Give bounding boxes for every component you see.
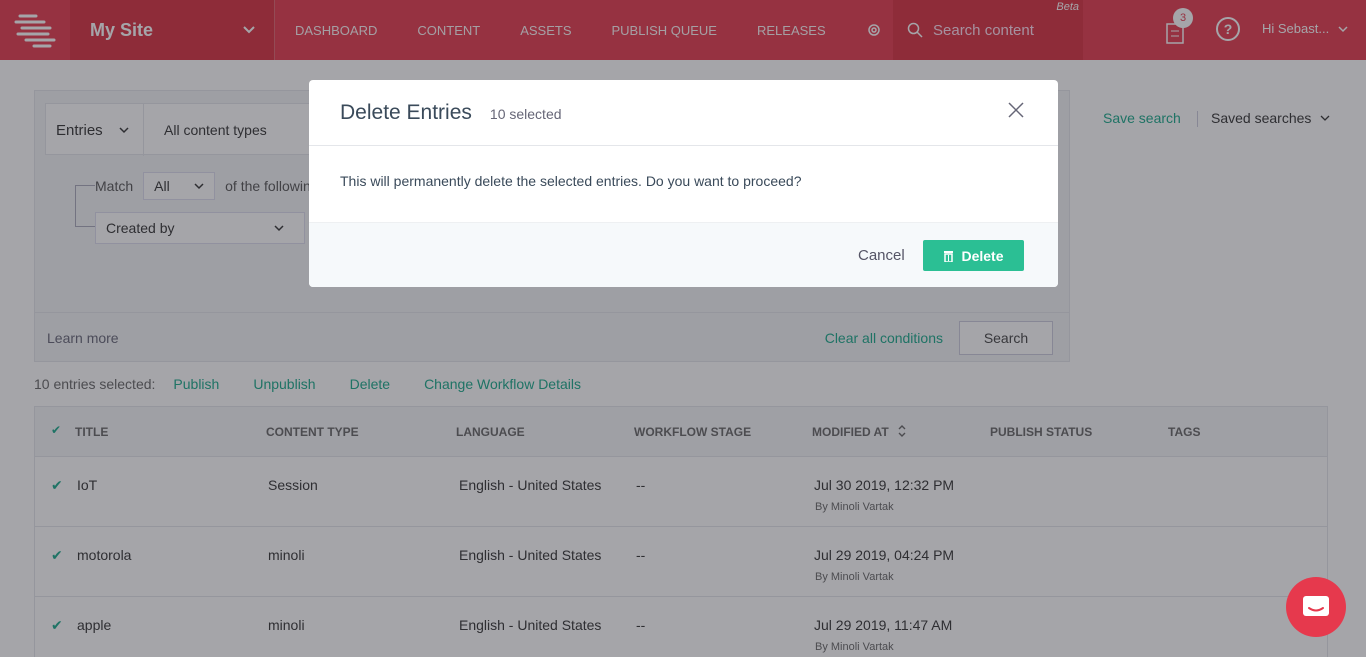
modal-title: Delete Entries bbox=[340, 100, 472, 124]
cancel-button[interactable]: Cancel bbox=[858, 247, 905, 264]
modal-footer: Cancel Delete bbox=[309, 222, 1058, 287]
modal-selected-count: 10 selected bbox=[489, 106, 562, 122]
delete-button[interactable]: Delete bbox=[923, 240, 1024, 271]
chat-launcher[interactable] bbox=[1286, 577, 1346, 637]
chat-icon bbox=[1303, 596, 1329, 616]
modal-header: Delete Entries 10 selected bbox=[309, 80, 1058, 146]
trash-icon bbox=[944, 250, 954, 262]
delete-entries-modal: Delete Entries 10 selected This will per… bbox=[309, 80, 1058, 287]
delete-button-label: Delete bbox=[961, 247, 1004, 264]
close-icon[interactable] bbox=[1006, 100, 1026, 120]
modal-message: This will permanently delete the selecte… bbox=[340, 173, 802, 189]
